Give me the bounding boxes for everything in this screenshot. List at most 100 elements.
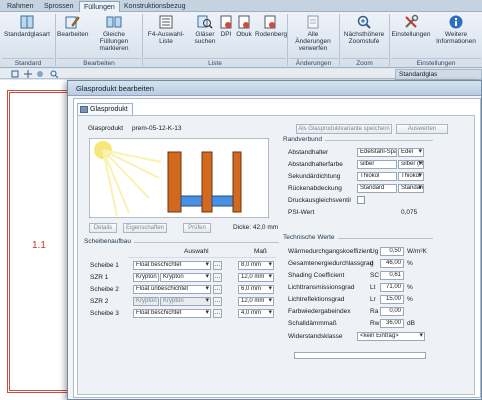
gas-variant-select[interactable]: Krypton <box>160 297 211 306</box>
col-auswahl: Auswahl <box>184 248 209 255</box>
f4-auswahl-liste-button[interactable]: F4-Auswahl-Liste <box>144 14 188 45</box>
pane-1 <box>167 151 182 213</box>
tech-value-field[interactable]: 0,50 <box>380 247 404 256</box>
ribbon-tabbar: Rahmen Sprossen Füllungen Konstruktionsb… <box>0 0 482 12</box>
pane-size-select[interactable]: 8,0 mm <box>238 261 274 270</box>
tech-value-field[interactable]: 71,00 <box>380 283 404 292</box>
tech-row-label: Schalldämmmaß <box>288 320 337 327</box>
row-label: Scheibe 2 <box>90 286 119 293</box>
zoom-in-button[interactable]: Nächsthöhere Zoomstufe <box>341 14 387 45</box>
tech-value-field[interactable]: 0,61 <box>380 271 404 280</box>
edge-value-field[interactable]: Standard <box>357 184 397 193</box>
weitere-informationen-button[interactable]: Weitere Informationen <box>432 14 480 45</box>
tab-glasprodukt[interactable]: Glasprodukt <box>77 103 133 115</box>
pane-type-select[interactable]: Float beschichtet <box>133 261 211 270</box>
tech-row-label: Lichttransmissionsgrad <box>288 284 355 291</box>
product-label: Glasprodukt <box>88 125 124 132</box>
gap-1 <box>180 195 203 207</box>
pruefen-button[interactable]: Prüfen <box>183 223 211 233</box>
edge-variant-select[interactable]: Thiokol <box>398 172 424 181</box>
pane-size-select[interactable]: 6,0 mm <box>238 285 274 294</box>
eigenschaften-button[interactable]: Eigenschaften <box>123 223 167 233</box>
tab-sprossen[interactable]: Sprossen <box>40 1 78 12</box>
alle-aenderungen-verwerfen-button[interactable]: Alle Änderungen verwerfen <box>289 14 337 52</box>
tab-konstruktionsbezug[interactable]: Konstruktionsbezug <box>120 1 189 12</box>
gas-select[interactable]: Krypton <box>133 273 159 282</box>
pane-more-button[interactable]: … <box>213 261 222 270</box>
tech-row-symbol: Lt <box>370 284 376 291</box>
bearbeiten-button[interactable]: Bearbeiten <box>57 14 88 38</box>
glass-product-icon <box>80 106 88 113</box>
gas-select[interactable]: Krypton <box>133 297 159 306</box>
gap-size-select[interactable]: 12,0 mm <box>238 297 274 306</box>
group-zoom: Zoom <box>341 58 388 67</box>
gas-more-button[interactable]: … <box>213 297 222 306</box>
pane-size-select[interactable]: 4,0 mm <box>238 309 274 318</box>
gas-variant-select[interactable]: Krypton <box>160 273 211 282</box>
rodenberg-button[interactable]: Rodenberg <box>255 14 287 38</box>
tech-value-field[interactable]: 36,00 <box>380 319 404 328</box>
glass-pane-icon <box>20 15 34 29</box>
pressure-valve-checkbox[interactable] <box>357 196 365 204</box>
field-label: 1.1 <box>32 240 46 251</box>
dpi-button[interactable]: DPI <box>219 14 233 38</box>
pane-type-select[interactable]: Float beschichtet <box>133 309 211 318</box>
zoom-icon[interactable] <box>50 70 58 78</box>
edge-value-field[interactable]: silber <box>357 160 397 169</box>
dpi-doc-icon <box>220 15 232 29</box>
pane-more-button[interactable]: … <box>213 285 222 294</box>
tech-row-unit: % <box>407 260 413 267</box>
tech-value-field[interactable]: 15,00 <box>380 295 404 304</box>
edge-variant-select[interactable]: Standard (R <box>398 184 424 193</box>
edge-variant-select[interactable]: silber (Ru <box>398 160 424 169</box>
row-label: SZR 1 <box>90 274 109 281</box>
edge-row-label: Abstandhalterfarbe <box>288 161 343 168</box>
mark-fills-icon <box>106 16 122 28</box>
pane-type-select[interactable]: Float unbeschichtet <box>133 285 211 294</box>
tech-row-symbol: Lr <box>370 296 376 303</box>
pressure-valve-label: Druckausgleichsventil <box>288 197 351 204</box>
tab-fuellungen[interactable]: Füllungen <box>79 1 120 12</box>
gap-size-select[interactable]: 12,0 mm <box>238 273 274 282</box>
tech-row-symbol: Ra <box>370 308 379 315</box>
move-icon[interactable] <box>36 70 44 78</box>
resistance-class-select[interactable]: <kein Eintrag> <box>357 332 425 341</box>
gleiche-fuellungen-markieren-button[interactable]: Gleiche Füllungen markieren <box>88 14 140 52</box>
tech-row-symbol: Ug <box>370 248 379 255</box>
technische-werte-title: Technische Werte <box>283 234 338 241</box>
standardglasart-button[interactable]: Standardglasart <box>2 14 52 38</box>
glaeser-suchen-button[interactable]: Gläser suchen <box>192 14 218 45</box>
tech-row-symbol: Rw <box>370 320 380 327</box>
thickness-label: Dicke: 42,0 mm <box>233 224 279 231</box>
ribbon-separator <box>55 14 56 66</box>
tech-value-field[interactable]: 46,00 <box>380 259 404 268</box>
einstellungen-button[interactable]: Einstellungen <box>391 14 431 38</box>
ribbon-separator <box>389 14 390 66</box>
obuk-button[interactable]: Obuk <box>234 14 254 38</box>
dialog-title: Glasprodukt bearbeiten <box>68 81 481 96</box>
tech-value-field[interactable]: 0,00 <box>380 307 404 316</box>
evaluate-button[interactable]: Auswerten <box>396 124 448 134</box>
save-variant-button[interactable]: Als Glasproduktvariante speichern <box>296 124 392 134</box>
standardglas-panel-header: Standardglas <box>395 69 482 80</box>
details-button[interactable]: Details <box>89 223 117 233</box>
edge-row-label: Abstandhalter <box>288 149 329 156</box>
pan-icon[interactable] <box>24 70 32 78</box>
tab-rahmen[interactable]: Rahmen <box>3 1 37 12</box>
fit-view-icon[interactable] <box>11 70 19 78</box>
edge-row-label: Rückenabdeckung <box>288 185 342 192</box>
gas-more-button[interactable]: … <box>213 273 222 282</box>
psi-value: 0,075 <box>401 209 418 216</box>
pane-more-button[interactable]: … <box>213 309 222 318</box>
edge-value-field[interactable]: Edelstahl-Spacer <box>357 148 397 157</box>
tech-row-unit: W/m²K <box>407 248 427 255</box>
row-label: SZR 2 <box>90 298 109 305</box>
group-einstellungen: Einstellungen <box>391 58 481 67</box>
edge-value-field[interactable]: Thiokol <box>357 172 397 181</box>
ribbon-separator <box>339 14 340 66</box>
tech-row-label: Farbwiedergabeindex <box>288 308 351 315</box>
scheibenaufbau-title: Scheibenaufbau <box>84 238 134 245</box>
col-mass: Maß <box>254 248 267 255</box>
tech-row-unit: dB <box>407 320 415 327</box>
edge-variant-select[interactable]: Edel <box>398 148 424 157</box>
